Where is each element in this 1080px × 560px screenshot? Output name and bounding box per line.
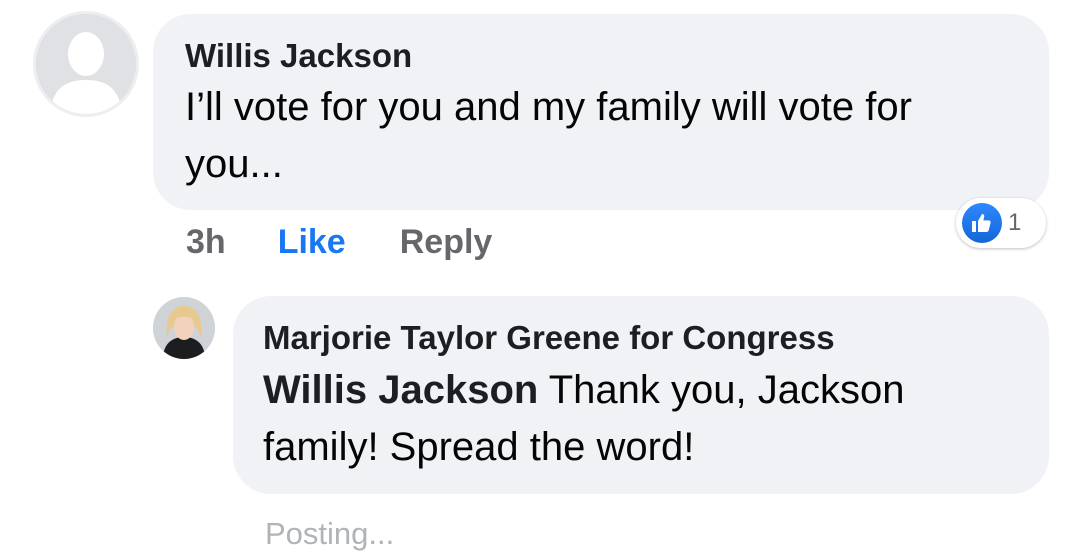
avatar[interactable] bbox=[153, 297, 215, 359]
comment-timestamp[interactable]: 3h bbox=[186, 220, 226, 264]
reply-bubble: Marjorie Taylor Greene for Congress Will… bbox=[233, 296, 1049, 494]
reaction-summary[interactable]: 1 bbox=[956, 198, 1046, 248]
profile-photo-icon bbox=[153, 297, 215, 359]
mention-link[interactable]: Willis Jackson bbox=[263, 368, 538, 412]
thumbs-up-icon bbox=[962, 203, 1002, 243]
default-profile-silhouette-icon bbox=[36, 14, 136, 114]
avatar[interactable] bbox=[33, 11, 139, 117]
posting-status: Posting... bbox=[265, 516, 395, 551]
comment-bubble: Willis Jackson I’ll vote for you and my … bbox=[153, 14, 1049, 210]
reaction-count: 1 bbox=[1008, 209, 1022, 236]
comment-text: I’ll vote for you and my family will vot… bbox=[185, 85, 912, 186]
reply-button[interactable]: Reply bbox=[400, 220, 493, 264]
like-button[interactable]: Like bbox=[278, 220, 346, 264]
reply-author[interactable]: Marjorie Taylor Greene for Congress bbox=[263, 316, 1019, 360]
comment-actions: 3h Like Reply bbox=[186, 220, 492, 264]
reply-text: Willis Jackson Thank you, Jackson family… bbox=[263, 362, 1019, 476]
comment-author[interactable]: Willis Jackson bbox=[185, 34, 1017, 78]
comment-thread: Willis Jackson I’ll vote for you and my … bbox=[0, 0, 1080, 560]
